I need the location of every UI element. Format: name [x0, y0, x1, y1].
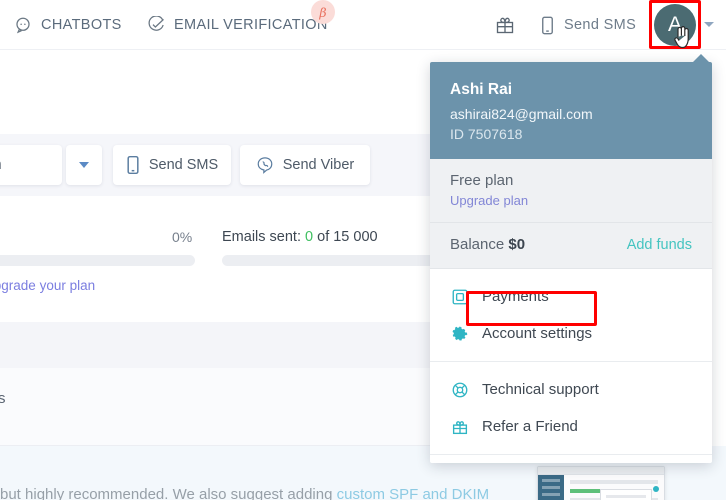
balance-label: Balance $0 — [450, 236, 525, 253]
gift-icon[interactable] — [495, 15, 515, 35]
app-screen: CHATBOTS EMAIL VERIFICATION β Send SMS A… — [0, 0, 726, 500]
menu-item-account-settings[interactable]: Account settings — [430, 315, 712, 352]
thumbnail-accent-dot — [653, 486, 659, 492]
emails-sent-suffix: of 15 000 — [317, 229, 378, 245]
dropdown-pointer-arrow — [692, 54, 710, 63]
send-sms-label: Send SMS — [148, 157, 219, 173]
nav-item-label: CHATBOTS — [41, 17, 122, 33]
create-campaign-button[interactable]: mpaign — [0, 145, 62, 185]
mouse-cursor-hand-icon — [673, 25, 693, 51]
add-funds-link[interactable]: Add funds — [627, 237, 692, 253]
user-id: ID 7507618 — [450, 126, 523, 142]
balance-text: Balance — [450, 236, 505, 253]
chevron-down-icon[interactable] — [704, 22, 714, 27]
viber-icon — [256, 156, 274, 174]
content-band-grey — [0, 322, 430, 368]
create-campaign-label: mpaign — [0, 157, 2, 173]
send-viber-button[interactable]: Send Viber — [240, 145, 370, 185]
partial-text-fragment: s — [0, 390, 6, 407]
user-email: ashirai824@gmail.com — [450, 106, 593, 122]
send-sms-button[interactable]: Send SMS — [113, 145, 231, 185]
menu-item-refer-a-friend[interactable]: Refer a Friend — [430, 408, 712, 445]
menu-item-payments[interactable]: Payments — [430, 278, 712, 315]
gear-icon — [450, 324, 469, 343]
send-viber-label: Send Viber — [282, 157, 355, 173]
upgrade-your-plan-link[interactable]: Upgrade your plan — [0, 278, 95, 293]
menu-item-technical-support[interactable]: Technical support — [430, 371, 712, 408]
thumbnail-browser-chrome — [538, 467, 664, 475]
lifebuoy-icon — [450, 380, 469, 399]
plan-title: Free plan — [450, 172, 514, 189]
menu-item-label: Account settings — [482, 325, 593, 342]
check-circle-icon — [147, 16, 165, 34]
plan-section: Free plan Upgrade plan — [430, 159, 712, 223]
payments-icon — [450, 287, 469, 306]
menu-item-label: Technical support — [482, 381, 599, 398]
mobile-phone-icon — [540, 16, 555, 35]
bottom-helper-text-prefix: but highly recommended. We also suggest … — [0, 486, 333, 500]
spf-dkim-link[interactable]: custom SPF and DKIM — [337, 486, 490, 500]
progress-bar-credits — [0, 255, 195, 266]
campaign-dropdown-button[interactable] — [66, 145, 102, 185]
menu-item-label: Payments — [482, 288, 549, 305]
chat-bubble-icon — [14, 16, 32, 34]
emails-sent-label: Emails sent: 0 of 15 000 — [222, 229, 378, 245]
plan-note: 2020. • Upgrade your plan — [0, 278, 95, 293]
top-navigation-bar: CHATBOTS EMAIL VERIFICATION β Send SMS A — [0, 0, 726, 50]
bottom-helper-text: but highly recommended. We also suggest … — [0, 486, 489, 500]
beta-badge: β — [311, 0, 335, 24]
nav-item-label: Send SMS — [564, 17, 637, 33]
progress-percent-label: 0% — [172, 229, 193, 245]
dropdown-group-support: Technical support Refer a Friend — [430, 361, 712, 454]
nav-item-label: EMAIL VERIFICATION — [174, 17, 328, 33]
nav-item-chatbots[interactable]: CHATBOTS — [14, 14, 122, 36]
emails-sent-prefix: Emails sent: — [222, 229, 301, 245]
content-band-light — [0, 368, 430, 446]
nav-item-send-sms[interactable]: Send SMS — [540, 14, 636, 36]
thumbnail-card — [600, 489, 652, 500]
upgrade-plan-link[interactable]: Upgrade plan — [450, 193, 692, 208]
mobile-phone-icon — [126, 155, 140, 175]
emails-sent-count: 0 — [305, 229, 314, 245]
balance-section: Balance $0 Add funds — [430, 223, 712, 269]
account-dropdown-menu: Ashi Rai ashirai824@gmail.com ID 7507618… — [430, 62, 712, 463]
dropdown-user-header: Ashi Rai ashirai824@gmail.com ID 7507618 — [430, 62, 712, 159]
balance-amount: $0 — [508, 236, 526, 253]
thumbnail-main-area — [564, 475, 664, 500]
menu-item-label: Refer a Friend — [482, 418, 578, 435]
dropdown-group-session: Log out — [430, 454, 712, 463]
nav-item-email-verification[interactable]: EMAIL VERIFICATION — [147, 14, 328, 36]
gift-icon — [450, 417, 469, 436]
page-content-top — [0, 50, 440, 134]
app-screenshot-thumbnail — [537, 466, 665, 500]
user-name: Ashi Rai — [450, 81, 513, 98]
dropdown-group-account: Payments Account settings — [430, 269, 712, 361]
thumbnail-sidebar — [538, 475, 564, 500]
chevron-down-icon — [79, 162, 89, 168]
